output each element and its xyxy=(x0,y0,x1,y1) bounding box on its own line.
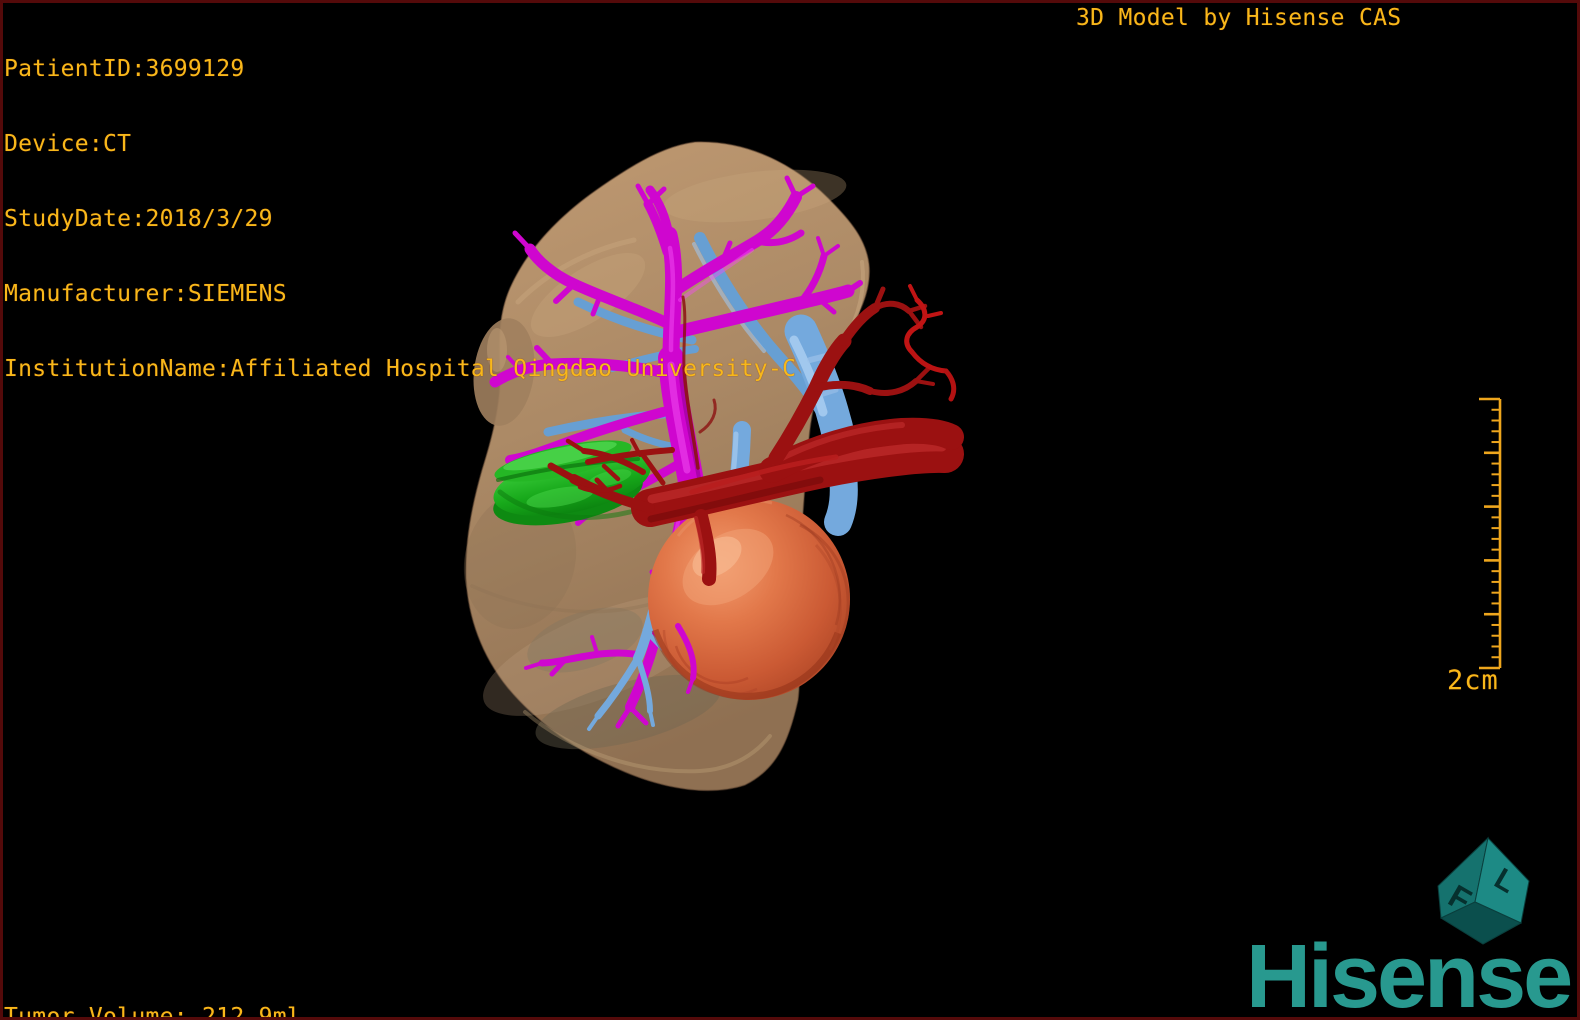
scale-ruler xyxy=(1479,397,1502,670)
study-date-line: StudyDate:2018/3/29 xyxy=(4,206,273,232)
device-line: Device:CT xyxy=(4,131,132,157)
tumor[interactable] xyxy=(648,498,850,700)
patient-info-block: PatientID:3699129 Device:CT StudyDate:20… xyxy=(4,7,796,432)
institution-line: InstitutionName:Affiliated Hospital Qing… xyxy=(4,356,797,382)
manufacturer-line: Manufacturer:SIEMENS xyxy=(4,281,287,307)
tumor-volume-line: Tumor Volume: 212.9ml xyxy=(4,1004,302,1020)
viewer-screen: F L PatientID:3699129 Device:CT StudyDat… xyxy=(0,0,1580,1020)
hisense-logo: Hisense xyxy=(1246,927,1573,1020)
scale-bar-label: 2cm xyxy=(1447,665,1499,696)
volume-info-block: Tumor Volume: 212.9ml Liver Volume: 1303… xyxy=(4,955,301,1020)
patient-id-line: PatientID:3699129 xyxy=(4,56,245,82)
watermark-title: 3D Model by Hisense CAS xyxy=(1076,5,1402,31)
